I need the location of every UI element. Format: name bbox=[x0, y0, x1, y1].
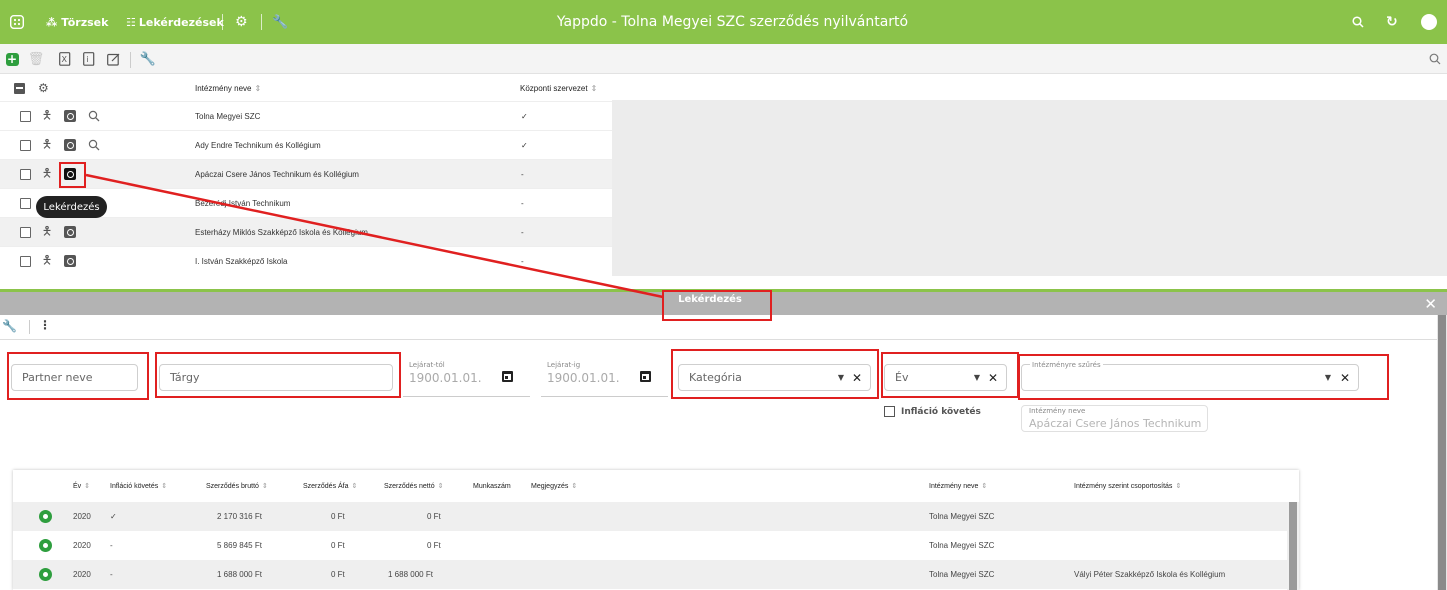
annotation-arrow-line bbox=[85, 173, 664, 299]
annotation-box bbox=[155, 352, 401, 398]
annotation-box bbox=[1018, 354, 1389, 400]
annotation-box bbox=[59, 162, 86, 188]
annotation-box bbox=[7, 352, 149, 400]
annotation-box bbox=[671, 349, 879, 399]
annotation-box bbox=[881, 352, 1019, 398]
annotation-box bbox=[662, 290, 772, 321]
